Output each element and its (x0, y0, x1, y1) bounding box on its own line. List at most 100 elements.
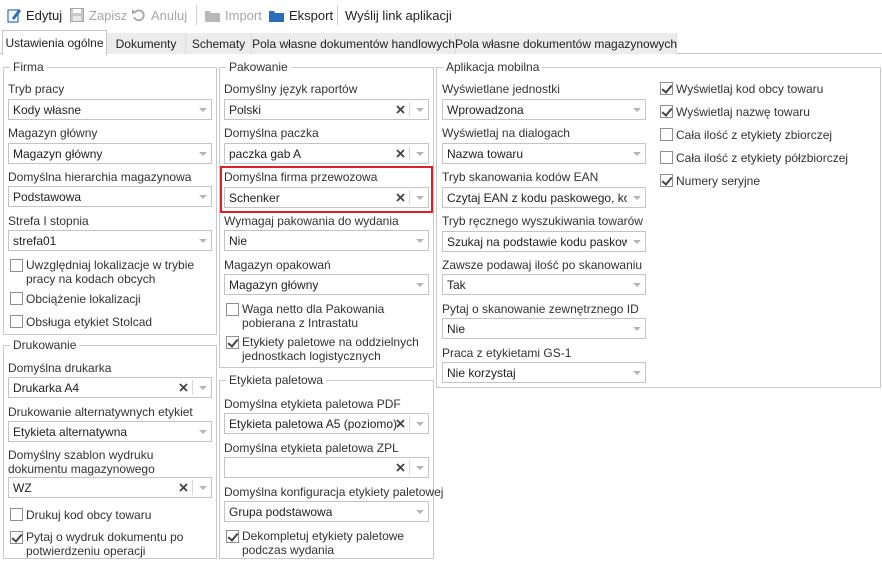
select-value: Tak (447, 278, 466, 292)
folder-icon (205, 10, 220, 22)
select-value: Etykieta alternatywna (13, 425, 128, 439)
chevron-down-icon[interactable] (194, 478, 211, 497)
tryb-pracy-select[interactable]: Kody własne (8, 99, 212, 120)
mob-zbiorcze-checkbox[interactable] (660, 128, 673, 141)
etykieta-zpl-select[interactable] (224, 457, 429, 478)
etykieta-pdf-select[interactable]: Etykieta paletowa A5 (poziomo) (224, 413, 429, 434)
chevron-down-icon[interactable] (628, 100, 645, 119)
opakowan-select[interactable]: Magazyn główny (224, 274, 429, 295)
chevron-down-icon[interactable] (411, 275, 428, 294)
ean-select[interactable]: Czytaj EAN z kodu paskowego, kod... (442, 187, 646, 208)
chevron-down-icon[interactable] (628, 188, 645, 207)
tab-strip: Ustawienia ogólne Dokumenty Schematy Pol… (0, 30, 882, 55)
chevron-down-icon[interactable] (411, 502, 428, 521)
tab-pola-magazynowych[interactable]: Pola własne dokumentów magazynowych (455, 33, 677, 54)
select-value: Nie (447, 322, 466, 336)
save-label: Zapisz (89, 7, 128, 23)
save-button[interactable]: Zapisz (69, 5, 127, 25)
reczny-select[interactable]: Szukaj na podstawie kodu paskowe... (442, 231, 646, 252)
chevron-down-icon[interactable] (411, 144, 428, 163)
dekompletuj-label: Dekompletuj etykiety paletowe podczas wy… (242, 529, 405, 557)
chevron-down-icon[interactable] (628, 232, 645, 251)
chevron-down-icon[interactable] (411, 458, 428, 477)
chevron-down-icon[interactable] (194, 144, 211, 163)
export-button[interactable]: Eksport (268, 5, 333, 25)
chevron-down-icon[interactable] (628, 319, 645, 338)
combo-divider (409, 460, 410, 475)
chevron-down-icon[interactable] (194, 378, 211, 397)
clear-icon[interactable] (393, 460, 408, 475)
etykiety-paletowe-checkbox[interactable] (226, 336, 239, 349)
waga-netto-checkbox[interactable] (226, 303, 239, 316)
stolcad-checkbox[interactable] (10, 315, 23, 328)
hierarchia-select[interactable]: Podstawowa (8, 186, 212, 207)
strefa-select[interactable]: strefa01 (8, 230, 212, 251)
group-aplikacja-mobilna: Aplikacja mobilna Wyświetlane jednostki … (436, 60, 881, 388)
save-icon (70, 8, 84, 22)
dialogi-select[interactable]: Nazwa towaru (442, 143, 646, 164)
alt-etykiety-select[interactable]: Etykieta alternatywna (8, 421, 212, 442)
combo-divider (409, 416, 410, 431)
lokalizacje-label: Uwzględniaj lokalizacje w trybie pracy n… (26, 258, 195, 286)
obciazenie-checkbox[interactable] (10, 292, 23, 305)
pytaj-wydruk-checkbox[interactable] (10, 531, 23, 544)
clear-icon[interactable] (393, 416, 408, 431)
paczka-label: Domyślna paczka (224, 126, 319, 140)
etykieta-pdf-label: Domyślna etykieta paletowa PDF (224, 397, 401, 411)
chevron-down-icon[interactable] (411, 100, 428, 119)
magazyn-glowny-select[interactable]: Magazyn główny (8, 143, 212, 164)
group-title: Firma (10, 60, 47, 74)
drukarka-select[interactable]: Drukarka A4 (8, 377, 212, 398)
send-link-button[interactable]: Wyślij link aplikacji (345, 5, 452, 25)
edit-icon (7, 9, 21, 23)
clear-icon[interactable] (176, 480, 191, 495)
jezyk-select[interactable]: Polski (224, 99, 429, 120)
mob-polzbiorcze-checkbox[interactable] (660, 151, 673, 164)
wymagaj-select[interactable]: Nie (224, 230, 429, 251)
gs1-label: Praca z etykietami GS-1 (442, 346, 572, 360)
hierarchia-label: Domyślna hierarchia magazynowa (8, 170, 192, 184)
import-button[interactable]: Import (204, 5, 262, 25)
chevron-down-icon[interactable] (194, 187, 211, 206)
tab-pola-handlowych[interactable]: Pola własne dokumentów handlowych (252, 33, 456, 54)
select-value: Czytaj EAN z kodu paskowego, kod... (447, 191, 627, 205)
edit-button[interactable]: Edytuj (6, 5, 62, 25)
zewn-id-select[interactable]: Nie (442, 318, 646, 339)
select-value: Polski (229, 103, 262, 117)
mob-kod-obcy-checkbox[interactable] (660, 82, 673, 95)
group-etykieta-paletowa: Etykieta paletowa Domyślna etykieta pale… (219, 373, 443, 559)
chevron-down-icon[interactable] (628, 144, 645, 163)
send-link-label: Wyślij link aplikacji (345, 7, 452, 23)
tab-dokumenty[interactable]: Dokumenty (107, 33, 186, 54)
mob-nazwa-checkbox[interactable] (660, 105, 673, 118)
szablon-select[interactable]: WZ (8, 477, 212, 498)
group-firma: Firma Tryb pracy Kody własne Magazyn głó… (3, 60, 217, 335)
select-value: Kody własne (13, 103, 82, 117)
mob-nazwa-label: Wyświetlaj nazwę towaru (676, 105, 810, 119)
tab-schematy[interactable]: Schematy (186, 33, 252, 54)
mob-seryjne-checkbox[interactable] (660, 174, 673, 187)
kod-obcy-checkbox[interactable] (10, 508, 23, 521)
jednostki-select[interactable]: Wprowadzona (442, 99, 646, 120)
chevron-down-icon[interactable] (628, 363, 645, 382)
dekompletuj-checkbox[interactable] (226, 530, 239, 543)
tab-ustawienia-ogolne[interactable]: Ustawienia ogólne (2, 30, 107, 55)
cancel-button[interactable]: Anuluj (131, 5, 187, 25)
konfiguracja-select[interactable]: Grupa podstawowa (224, 501, 429, 522)
chevron-down-icon[interactable] (194, 231, 211, 250)
gs1-select[interactable]: Nie korzystaj (442, 362, 646, 383)
clear-icon[interactable] (393, 102, 408, 117)
chevron-down-icon[interactable] (194, 422, 211, 441)
chevron-down-icon[interactable] (628, 275, 645, 294)
chevron-down-icon[interactable] (411, 414, 428, 433)
chevron-down-icon[interactable] (411, 231, 428, 250)
ilosc-select[interactable]: Tak (442, 274, 646, 295)
chevron-down-icon[interactable] (194, 100, 211, 119)
paczka-select[interactable]: paczka gab A (224, 143, 429, 164)
clear-icon[interactable] (176, 380, 191, 395)
undo-icon (132, 9, 145, 22)
select-value: Podstawowa (13, 190, 82, 204)
clear-icon[interactable] (393, 146, 408, 161)
szablon-label: Domyślny szablon wydruku dokumentu magaz… (8, 448, 155, 476)
lokalizacje-checkbox[interactable] (10, 259, 23, 272)
